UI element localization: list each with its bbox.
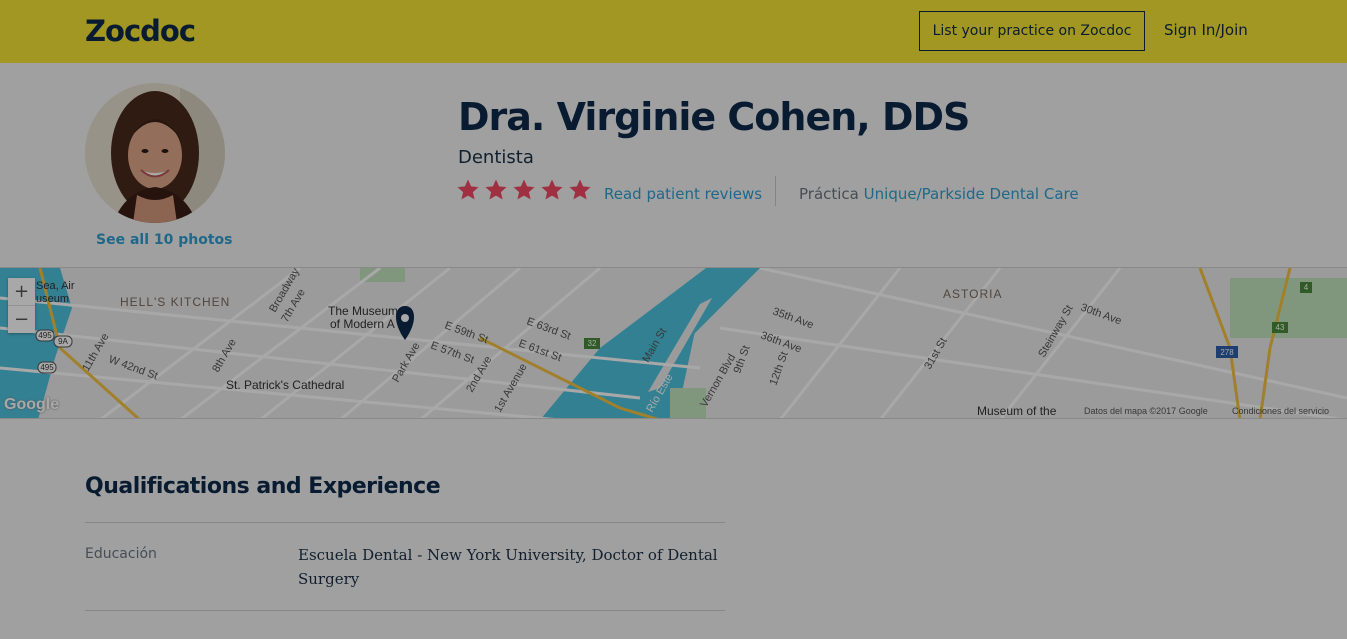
highway-shield: 43	[1276, 323, 1285, 332]
map-label: HELL'S KITCHEN	[120, 295, 230, 309]
google-logo: Google	[4, 396, 60, 413]
map-canvas[interactable]: HELL'S KITCHEN ASTORIA The Museum of Mod…	[0, 268, 1347, 419]
star-icon	[457, 179, 479, 200]
doctor-specialty: Dentista	[458, 147, 534, 168]
highway-shield: 278	[1220, 348, 1234, 357]
map-label: ASTORIA	[943, 287, 1002, 301]
doctor-name: Dra. Virginie Cohen, DDS	[458, 95, 970, 139]
sign-in-link[interactable]: Sign In/Join	[1164, 21, 1248, 39]
highway-shield: 4	[1304, 283, 1309, 292]
highway-shield: 495	[40, 363, 54, 372]
practice-label: Práctica	[799, 185, 859, 203]
highway-shield: 32	[588, 339, 597, 348]
see-all-photos-link[interactable]: See all 10 photos	[96, 232, 232, 248]
education-label: Educación	[85, 546, 157, 562]
top-header: Zocdoc List your practice on Zocdoc Sign…	[0, 0, 1347, 63]
doctor-photo	[85, 83, 225, 223]
map-label: Sea, Air	[36, 280, 75, 292]
practice-link[interactable]: Unique/Parkside Dental Care	[864, 185, 1079, 203]
star-icon	[569, 179, 591, 200]
read-reviews-link[interactable]: Read patient reviews	[604, 185, 762, 203]
star-icon	[485, 179, 507, 200]
map-label: useum	[36, 293, 69, 305]
zocdoc-logo[interactable]: Zocdoc	[85, 14, 196, 48]
star-icon	[513, 179, 535, 200]
divider	[775, 176, 776, 206]
map-label: of Modern A	[330, 317, 395, 331]
rating-stars	[456, 178, 592, 202]
location-map[interactable]: HELL'S KITCHEN ASTORIA The Museum of Mod…	[0, 267, 1347, 419]
zoom-in-button[interactable]: +	[8, 278, 35, 305]
map-terms-link[interactable]: Condiciones del servicio	[1232, 406, 1329, 416]
map-data-credit: Datos del mapa ©2017 Google	[1084, 406, 1208, 416]
map-label: Museum of the	[977, 404, 1057, 418]
highway-shield: 495	[38, 331, 52, 340]
list-practice-button[interactable]: List your practice on Zocdoc	[919, 11, 1145, 51]
doctor-avatar[interactable]	[85, 83, 225, 223]
map-zoom-control: + −	[8, 278, 35, 333]
zoom-out-button[interactable]: −	[8, 305, 35, 332]
divider	[85, 610, 725, 611]
divider	[85, 522, 725, 523]
map-label: The Museum	[328, 304, 398, 318]
highway-shield: 9A	[58, 337, 68, 346]
qualifications-title: Qualifications and Experience	[85, 474, 441, 499]
practice-info: Práctica Unique/Parkside Dental Care	[799, 185, 1079, 203]
education-value: Escuela Dental - New York University, Do…	[298, 546, 718, 588]
star-icon	[541, 179, 563, 200]
map-label: St. Patrick's Cathedral	[226, 378, 344, 392]
